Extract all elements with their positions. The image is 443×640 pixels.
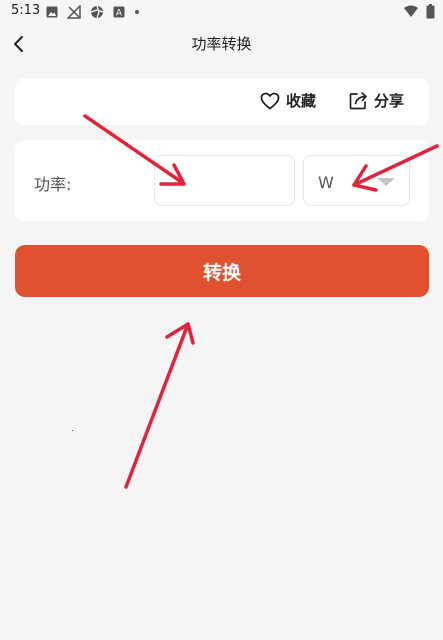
favorite-label: 收藏 [286, 92, 317, 110]
dropdown-arrow-icon [377, 178, 395, 186]
image-icon [46, 6, 58, 18]
convert-button[interactable]: 转换 [15, 245, 429, 297]
power-label: 功率: [34, 175, 72, 194]
status-bar: 5:13 A [0, 0, 443, 24]
power-input[interactable] [154, 155, 295, 206]
share-label: 分享 [374, 92, 405, 110]
annotation-arrow-to-button [124, 322, 195, 489]
no-signal-icon [67, 5, 81, 19]
unit-select-value: W [318, 173, 334, 192]
stray-dot [72, 430, 73, 431]
a-box-icon: A [113, 6, 125, 18]
favorite-button[interactable]: 收藏 [260, 90, 316, 111]
battery-icon [426, 3, 435, 18]
aperture-icon [90, 5, 104, 19]
page-title: 功率转换 [191, 35, 252, 53]
dot-icon [135, 10, 139, 14]
header: 功率转换 [0, 24, 443, 64]
heart-outline-icon [260, 92, 280, 109]
status-notification-icons: A [46, 5, 140, 19]
action-card: 收藏 分享 [15, 78, 429, 125]
wifi-icon [404, 5, 418, 17]
status-time: 5:13 [11, 3, 41, 18]
status-system-icons [404, 3, 435, 19]
unit-select[interactable]: W [303, 155, 410, 206]
svg-text:A: A [116, 9, 123, 19]
share-button[interactable]: 分享 [349, 90, 404, 111]
share-icon [349, 92, 367, 110]
input-card: 功率: W [15, 140, 429, 221]
